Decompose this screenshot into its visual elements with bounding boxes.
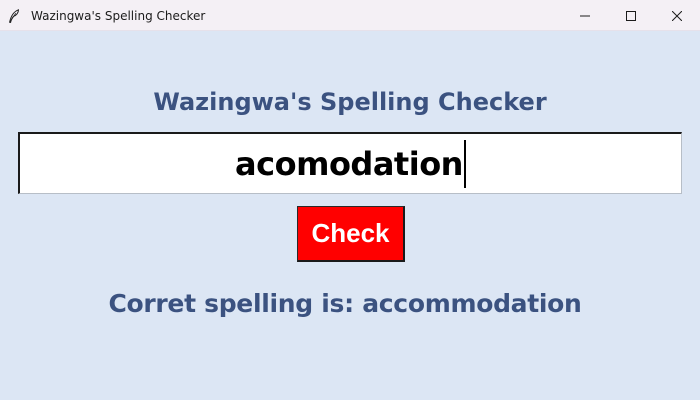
check-button[interactable]: Check xyxy=(297,206,405,262)
word-input-value: acomodation xyxy=(235,144,463,183)
word-input[interactable]: acomodation xyxy=(18,132,682,194)
text-caret xyxy=(463,139,466,188)
maximize-button[interactable] xyxy=(608,0,654,30)
minimize-icon xyxy=(580,6,590,25)
app-content: Wazingwa's Spelling Checker acomodation … xyxy=(0,31,700,400)
app-heading: Wazingwa's Spelling Checker xyxy=(153,88,547,116)
minimize-button[interactable] xyxy=(562,0,608,30)
window-title: Wazingwa's Spelling Checker xyxy=(31,9,206,23)
close-button[interactable] xyxy=(654,0,700,30)
maximize-icon xyxy=(626,6,636,25)
result-label: Corret spelling is: accommodation xyxy=(108,289,582,318)
close-icon xyxy=(671,6,683,25)
app-window: Wazingwa's Spelling Checker Wazingwa's S… xyxy=(0,0,700,400)
feather-icon xyxy=(8,8,20,23)
title-bar[interactable]: Wazingwa's Spelling Checker xyxy=(0,0,700,31)
